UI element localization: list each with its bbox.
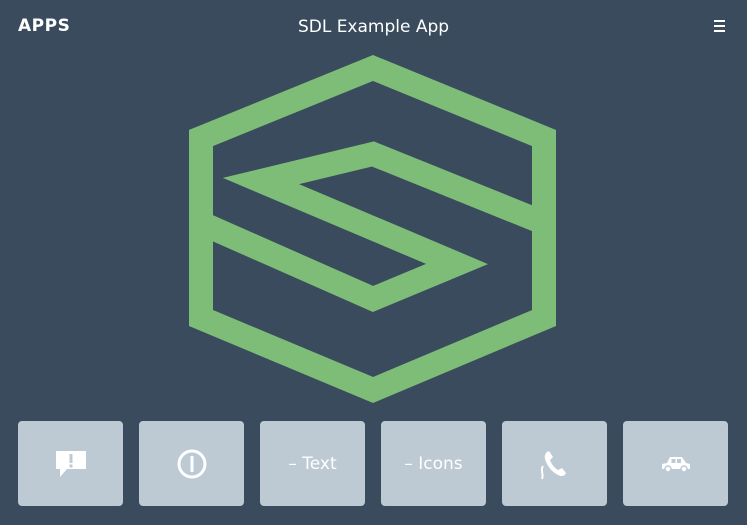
phone-icon [540,450,566,479]
car-button[interactable] [623,421,728,506]
phone-button[interactable] [502,421,607,506]
app-title: SDL Example App [297,17,450,37]
power-icon [177,449,206,478]
power-button[interactable] [139,421,244,506]
text-button[interactable]: – Text [260,421,365,506]
hamburger-menu-icon[interactable] [714,20,728,34]
car-icon [661,456,690,473]
icons-button[interactable]: – Icons [381,421,486,506]
sdl-logo-icon [189,55,556,404]
alert-icon [55,450,86,477]
alert-button[interactable] [18,421,123,506]
header-bar: APPS SDL Example App [0,0,747,56]
